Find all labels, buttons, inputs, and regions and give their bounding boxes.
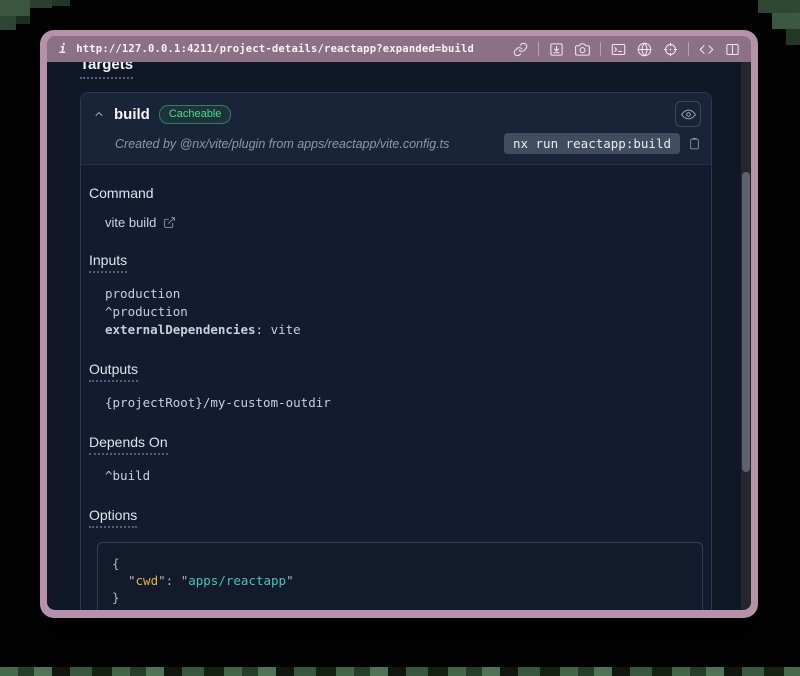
target-card-build: build Cacheable Created by @nx/vite/plug… xyxy=(80,92,712,610)
bg-patch xyxy=(52,0,70,6)
link-icon xyxy=(513,42,528,57)
command-section: Command vite build xyxy=(89,185,703,230)
bg-patch xyxy=(772,13,800,29)
camera-icon xyxy=(575,42,590,57)
build-header-subrow: Created by @nx/vite/plugin from apps/rea… xyxy=(93,133,701,154)
view-target-button[interactable] xyxy=(675,101,701,127)
bg-patch xyxy=(0,0,30,16)
cacheable-badge: Cacheable xyxy=(159,105,232,124)
input-item: externalDependencies: vite xyxy=(105,321,703,339)
desktop-background: i http://127.0.0.1:4211/project-details/… xyxy=(0,0,800,676)
bg-patch xyxy=(16,16,30,24)
bg-patch xyxy=(786,29,800,45)
browser-titlebar: i http://127.0.0.1:4211/project-details/… xyxy=(47,36,751,62)
command-label: Command xyxy=(89,185,154,201)
json-line: { xyxy=(112,555,688,572)
inputs-label: Inputs xyxy=(89,252,127,273)
json-line: "cwd": "apps/reactapp" xyxy=(112,572,688,589)
link-button[interactable] xyxy=(512,41,529,58)
copy-command-button[interactable] xyxy=(688,136,701,151)
json-line: } xyxy=(112,589,688,606)
project-details-content: Targets build Cacheable xyxy=(80,62,712,610)
inspect-button[interactable] xyxy=(662,41,679,58)
terminal-icon xyxy=(611,42,626,57)
depends-on-section: Depends On ^build xyxy=(89,434,703,485)
eye-icon xyxy=(681,107,696,122)
screenshot-button[interactable] xyxy=(574,41,591,58)
open-config-link[interactable] xyxy=(163,216,176,229)
clipboard-icon xyxy=(688,136,701,151)
inputs-section: Inputs production ^production externalDe… xyxy=(89,252,703,339)
bg-patch xyxy=(758,0,800,13)
output-item: {projectRoot}/my-custom-outdir xyxy=(105,394,703,412)
build-card-header: build Cacheable Created by @nx/vite/plug… xyxy=(81,93,711,165)
scrollbar-track[interactable] xyxy=(741,62,751,610)
chevron-up-icon xyxy=(93,108,105,120)
globe-icon xyxy=(637,42,652,57)
import-icon xyxy=(549,42,564,57)
bg-patch-strip xyxy=(0,667,800,676)
code-button[interactable] xyxy=(698,41,715,58)
crosshair-icon xyxy=(663,42,678,57)
console-button[interactable] xyxy=(610,41,627,58)
import-button[interactable] xyxy=(548,41,565,58)
targets-heading: Targets xyxy=(80,62,133,79)
input-item: ^production xyxy=(105,303,703,321)
toolbar-icons xyxy=(512,41,745,58)
toolbar-divider xyxy=(600,42,601,56)
depends-on-label: Depends On xyxy=(89,434,168,455)
options-label: Options xyxy=(89,507,137,528)
network-button[interactable] xyxy=(636,41,653,58)
options-json-block: { "cwd": "apps/reactapp" } xyxy=(97,542,703,610)
toolbar-divider xyxy=(688,42,689,56)
outputs-section: Outputs {projectRoot}/my-custom-outdir xyxy=(89,361,703,412)
browser-window: i http://127.0.0.1:4211/project-details/… xyxy=(40,30,758,618)
json-key: cwd xyxy=(136,573,159,588)
url-field[interactable]: http://127.0.0.1:4211/project-details/re… xyxy=(76,43,474,55)
input-value: : vite xyxy=(256,322,301,337)
bg-patch xyxy=(0,16,16,30)
scrollbar-thumb[interactable] xyxy=(742,172,750,472)
created-by-text: Created by @nx/vite/plugin from apps/rea… xyxy=(115,137,449,151)
outputs-label: Outputs xyxy=(89,361,138,382)
input-key: externalDependencies xyxy=(105,322,256,337)
split-view-icon xyxy=(725,42,740,57)
run-command-chip: nx run reactapp:build xyxy=(504,133,680,154)
command-value: vite build xyxy=(105,215,156,230)
bg-patch xyxy=(30,0,52,8)
build-header-row[interactable]: build Cacheable xyxy=(93,101,701,127)
info-icon: i xyxy=(59,42,66,56)
page-viewport: Targets build Cacheable xyxy=(47,62,751,610)
depends-item: ^build xyxy=(105,467,703,485)
options-section: Options { "cwd": "apps/reactapp" } xyxy=(89,507,703,610)
json-value: apps/reactapp xyxy=(188,573,286,588)
input-item: production xyxy=(105,285,703,303)
build-card-body: Command vite build Inputs pro xyxy=(81,165,711,610)
target-name: build xyxy=(114,106,150,123)
toolbar-divider xyxy=(538,42,539,56)
split-view-button[interactable] xyxy=(724,41,741,58)
code-icon xyxy=(699,42,714,57)
external-link-icon xyxy=(163,216,176,229)
